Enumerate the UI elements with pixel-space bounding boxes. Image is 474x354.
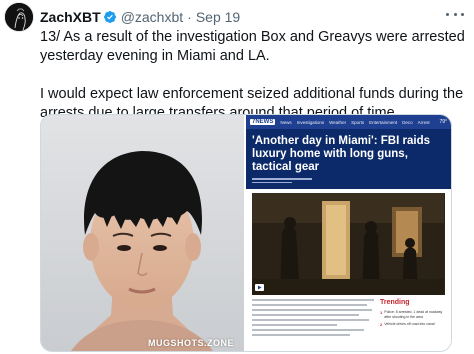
news-nav-item: Weather [329,119,347,125]
tweet[interactable]: ZachXBT @zachxbt · Sep 19 13/ As a resul… [0,0,474,354]
separator-dot: · [187,9,192,25]
avatar-sketch-icon [5,3,33,31]
mugshot-portrait-icon [41,115,244,351]
tweet-text: 13/ As a result of the investigation Box… [40,28,466,123]
tweet-header: ZachXBT @zachxbt · Sep 19 [40,8,240,26]
tweet-media[interactable]: MUGSHOTS.ZONE 7NEWS News Investigations … [40,114,452,352]
raid-photo-icon [252,193,444,295]
mugshot-photo[interactable]: MUGSHOTS.ZONE [41,115,244,351]
tweet-paragraph: 13/ As a result of the investigation Box… [40,29,465,64]
avatar[interactable] [4,2,34,32]
news-article-screenshot[interactable]: 7NEWS News Investigations Weather Sports… [246,115,451,351]
news-nav-bar: 7NEWS News Investigations Weather Sports… [246,115,451,129]
news-nav-item: Investigations [296,119,325,125]
news-weather: 79° [439,119,447,125]
article-photo [252,193,445,295]
user-handle[interactable]: @zachxbt [121,8,183,26]
trending-panel: Trending 1 Police: 5 arrested, 1 dead at… [380,299,445,339]
mugshot-watermark: MUGSHOTS.ZONE [147,338,234,348]
article-header: 'Another day in Miami': FBI raids luxury… [246,129,451,189]
news-nav-item: News [280,119,292,125]
news-nav-item: Arrest [417,119,430,125]
article-byline [252,178,445,183]
news-logo: 7NEWS [250,119,276,125]
news-nav-item: Entertainment [369,119,398,125]
tweet-date[interactable]: Sep 19 [196,8,240,26]
trending-number: 1 [380,310,383,315]
more-options-icon[interactable] [446,10,464,18]
verified-badge-icon [103,10,117,24]
news-nav-item: Sports [351,119,365,125]
trending-number: 2 [380,322,383,327]
news-nav-item: Deco [402,119,413,125]
video-play-icon[interactable] [255,284,264,291]
article-body: Trending 1 Police: 5 arrested, 1 dead at… [246,295,451,339]
trending-title: Trending [380,299,410,306]
article-headline: 'Another day in Miami': FBI raids luxury… [252,135,430,173]
trending-item: 2 Vehicle drives off road into canal [380,322,445,327]
trending-item-text: Police: 5 arrested, 1 dead at roadway af… [384,310,443,319]
trending-item-text: Vehicle drives off road into canal [384,322,435,326]
article-text-lines [252,299,374,339]
display-name[interactable]: ZachXBT [40,8,101,26]
trending-item: 1 Police: 5 arrested, 1 dead at roadway … [380,310,445,319]
